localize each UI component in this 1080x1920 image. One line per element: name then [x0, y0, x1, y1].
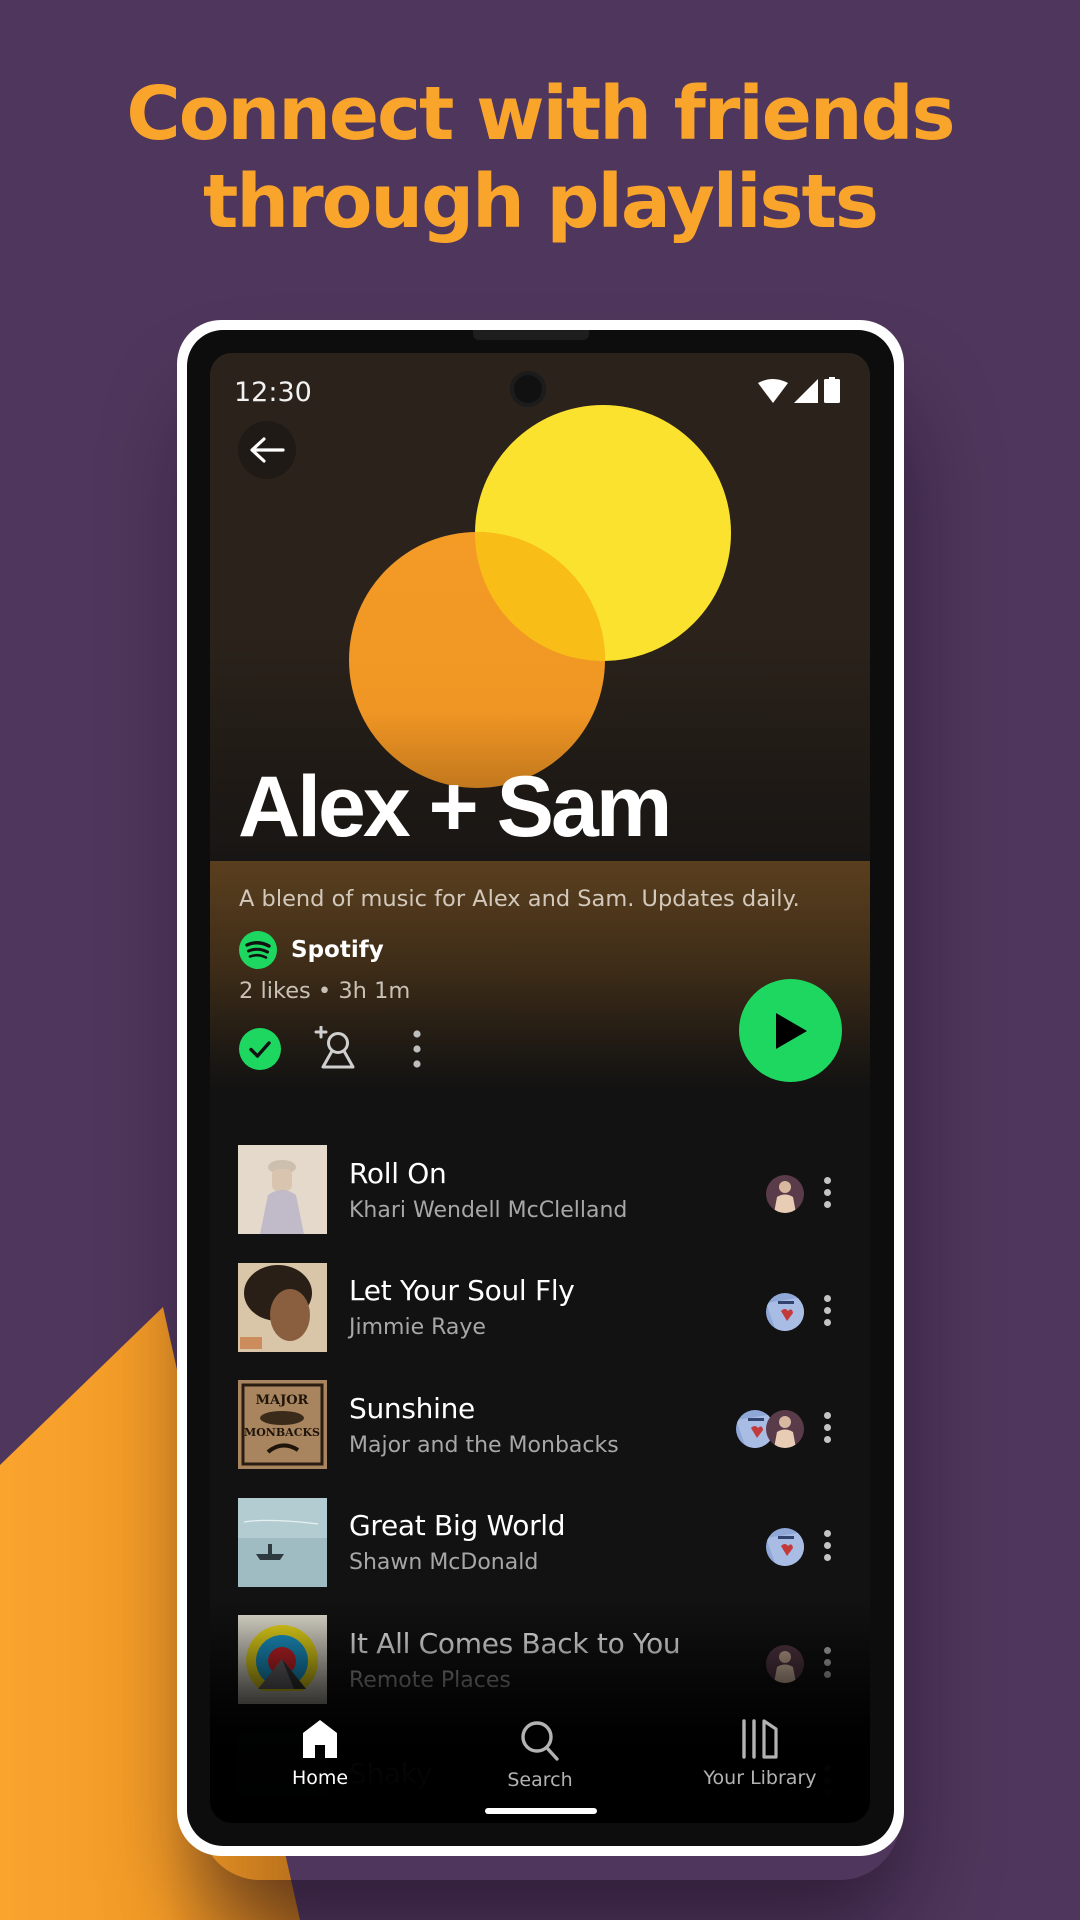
more-vertical-icon	[824, 1294, 831, 1302]
phone-screen: 12:30 Alex + Sam A blend of music for Al…	[210, 353, 870, 1823]
playlist-description: A blend of music for Alex and Sam. Updat…	[239, 886, 800, 912]
track-row[interactable]: Roll On Khari Wendell McClelland	[210, 1131, 870, 1249]
play-button[interactable]	[739, 979, 842, 1082]
album-art	[238, 1262, 327, 1352]
track-more-button[interactable]	[824, 1529, 832, 1564]
status-icons	[758, 377, 840, 403]
avatar-alex	[766, 1292, 804, 1331]
signal-icon	[794, 379, 818, 403]
promo-headline: Connect with friends through playlists	[0, 70, 1080, 246]
track-more-button[interactable]	[824, 1412, 832, 1446]
home-icon	[303, 1720, 337, 1758]
nav-search-label: Search	[507, 1769, 573, 1791]
more-options-button[interactable]	[407, 1028, 427, 1070]
nav-search[interactable]: Search	[430, 1713, 650, 1823]
headline-line-1: Connect with friends	[126, 71, 955, 157]
playlist-meta: 2 likes • 3h 1m	[239, 978, 411, 1004]
owner-name: Spotify	[291, 937, 384, 963]
add-collaborator-button[interactable]	[311, 1026, 361, 1072]
svg-text:MAJOR: MAJOR	[256, 1393, 309, 1408]
track-more-button[interactable]	[824, 1177, 832, 1211]
play-icon	[775, 1012, 807, 1049]
back-button[interactable]	[238, 421, 296, 479]
wifi-icon	[758, 379, 788, 403]
track-more-button[interactable]	[824, 1294, 832, 1329]
avatar-alex	[766, 1527, 804, 1566]
nav-library[interactable]: Your Library	[650, 1713, 870, 1823]
playlist-actions	[239, 1026, 427, 1072]
nav-library-label: Your Library	[703, 1767, 817, 1789]
more-vertical-icon	[824, 1529, 831, 1537]
phone-speaker	[473, 330, 589, 340]
home-indicator[interactable]	[485, 1808, 597, 1814]
headline-line-2: through playlists	[203, 159, 879, 245]
listener-avatars	[766, 1175, 804, 1213]
liked-button[interactable]	[239, 1028, 281, 1070]
battery-icon	[824, 377, 840, 403]
spotify-logo-icon	[239, 931, 277, 969]
search-icon	[521, 1721, 559, 1761]
nav-home[interactable]: Home	[210, 1713, 430, 1823]
playlist-owner[interactable]: Spotify	[239, 931, 384, 969]
library-icon	[742, 1719, 778, 1759]
track-row[interactable]: MAJOR MONBACKS Sunshine Major and the Mon…	[210, 1366, 870, 1484]
nav-home-label: Home	[291, 1767, 349, 1789]
svg-text:MONBACKS: MONBACKS	[244, 1426, 320, 1439]
bottom-navigation: Home Search Your Library	[210, 1713, 870, 1823]
album-art	[238, 1145, 327, 1235]
album-art: MAJOR MONBACKS	[238, 1380, 327, 1470]
arrow-left-icon	[250, 437, 285, 463]
album-art	[238, 1497, 327, 1587]
listener-avatars	[766, 1292, 804, 1331]
avatar-sam	[766, 1175, 804, 1213]
listener-avatars	[736, 1410, 804, 1448]
status-time: 12:30	[234, 377, 312, 408]
playlist-title: Alex + Sam	[238, 759, 672, 855]
front-camera	[510, 371, 546, 407]
more-vertical-icon	[824, 1412, 831, 1419]
avatar-sam	[766, 1410, 804, 1448]
track-row[interactable]: Great Big World Shawn McDonald	[210, 1484, 870, 1602]
track-row[interactable]: Let Your Soul Fly Jimmie Raye	[210, 1249, 870, 1367]
more-vertical-icon	[413, 1030, 421, 1068]
check-circle-icon	[239, 1028, 281, 1070]
more-vertical-icon	[824, 1177, 831, 1184]
add-user-icon	[314, 1026, 355, 1069]
listener-avatars	[766, 1527, 804, 1566]
